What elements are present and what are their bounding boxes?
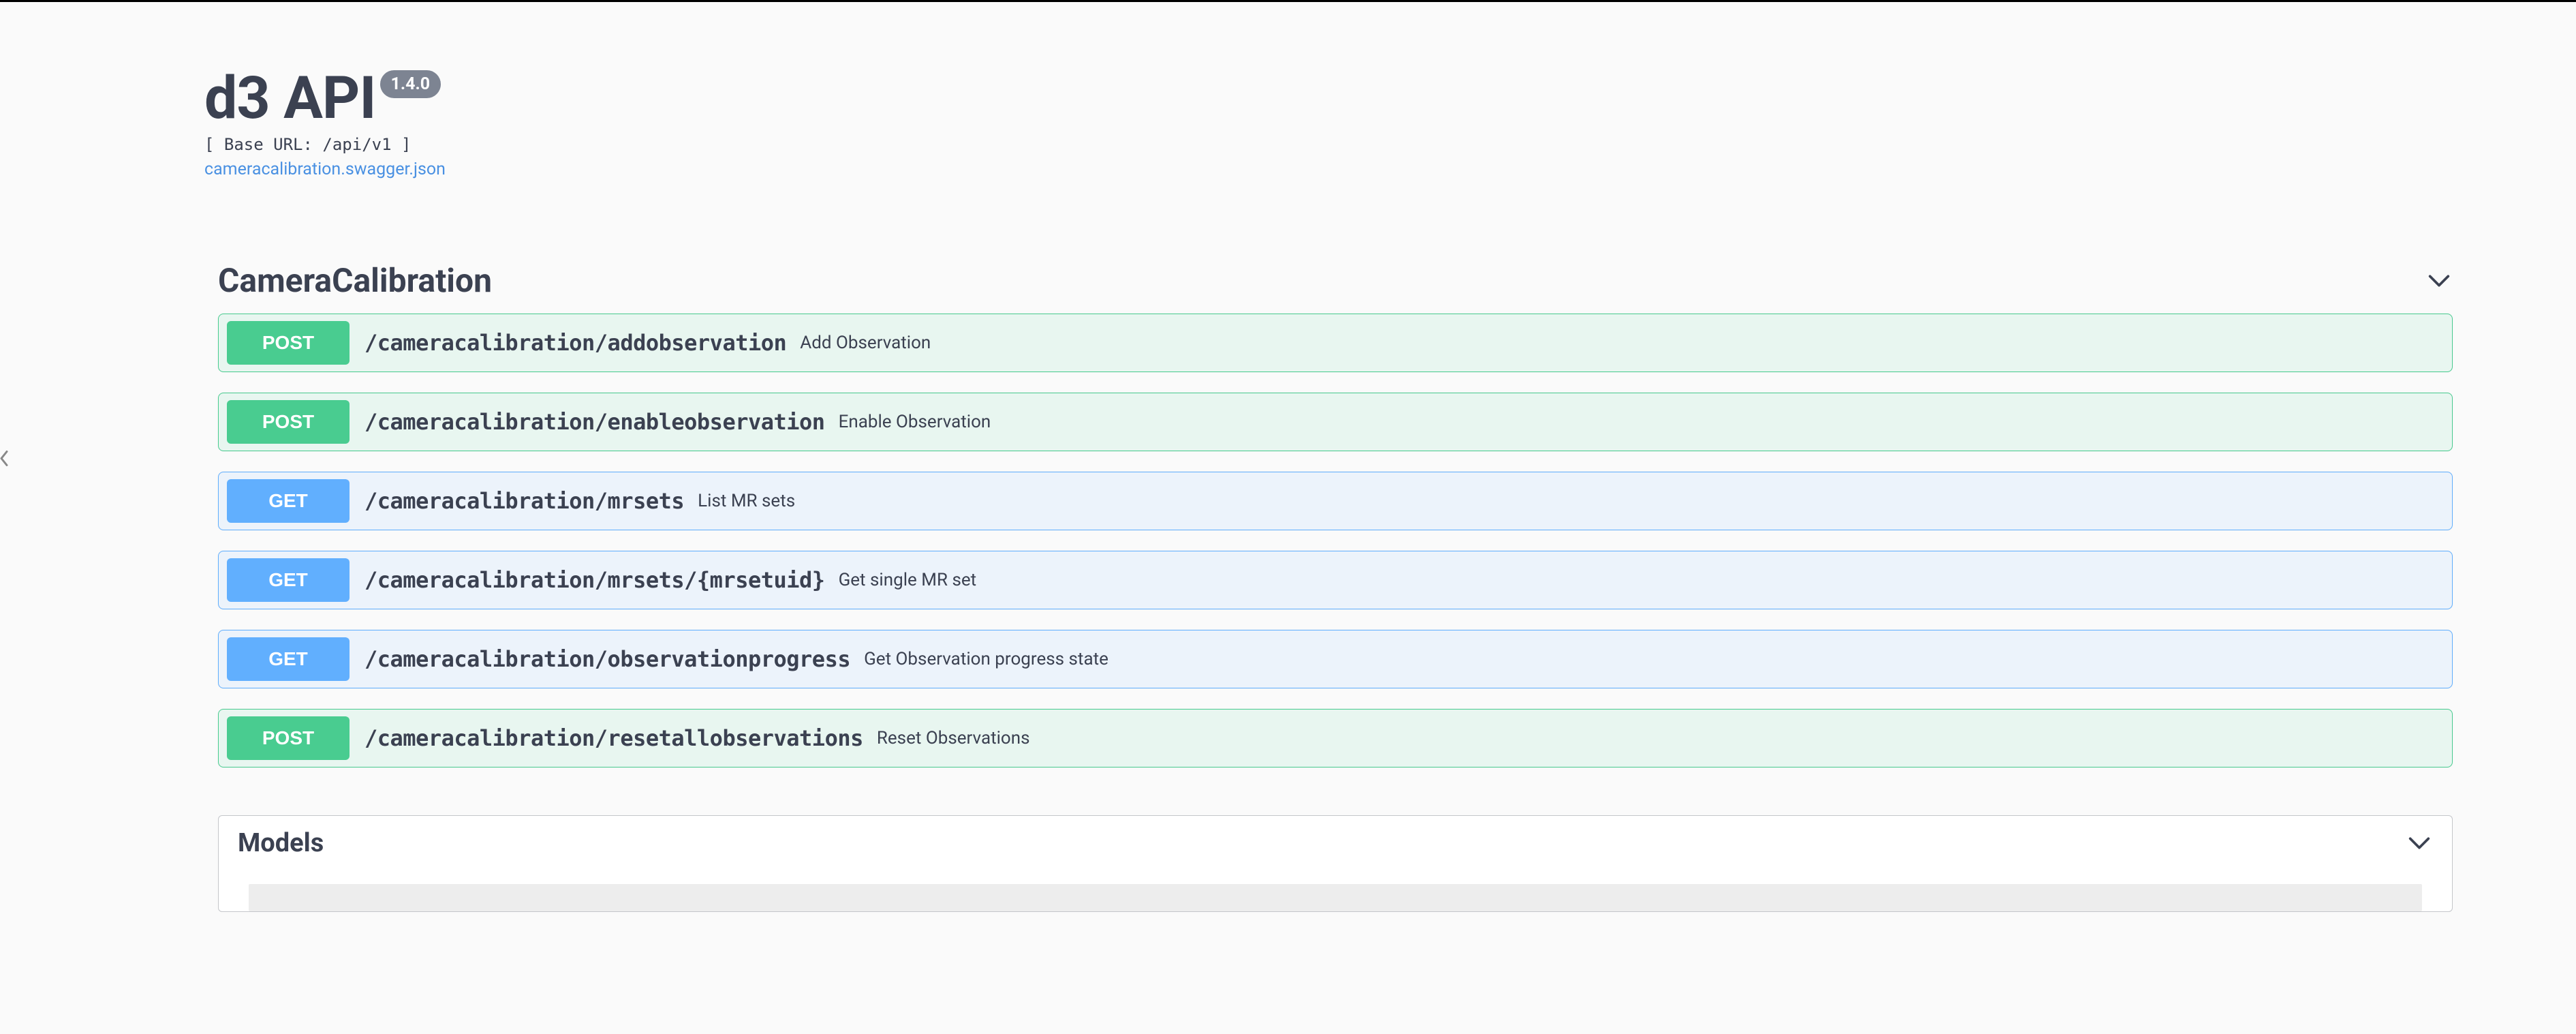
version-badge: 1.4.0 — [380, 70, 441, 98]
method-badge: POST — [227, 400, 350, 444]
op-resetallobservations[interactable]: POST /cameracalibration/resetallobservat… — [218, 709, 2453, 767]
op-summary: Get Observation progress state — [864, 649, 1108, 669]
op-path: /cameracalibration/mrsets/{mrsetuid} — [364, 567, 825, 593]
op-summary: Get single MR set — [839, 570, 977, 590]
models-section: Models — [204, 815, 2466, 912]
op-path: /cameracalibration/addobservation — [364, 330, 786, 356]
models-title: Models — [238, 828, 324, 858]
op-mrset-single[interactable]: GET /cameracalibration/mrsets/{mrsetuid}… — [218, 551, 2453, 609]
method-badge: POST — [227, 716, 350, 760]
chevron-down-icon — [2406, 830, 2433, 857]
model-row[interactable] — [249, 884, 2422, 911]
spec-link[interactable]: cameracalibration.swagger.json — [204, 159, 446, 179]
method-badge: GET — [227, 558, 350, 602]
op-path: /cameracalibration/mrsets — [364, 488, 684, 514]
op-summary: List MR sets — [698, 491, 795, 511]
models-header[interactable]: Models — [219, 816, 2452, 870]
op-enableobservation[interactable]: POST /cameracalibration/enableobservatio… — [218, 393, 2453, 451]
op-summary: Enable Observation — [839, 412, 991, 432]
tag-header[interactable]: CameraCalibration — [218, 254, 2453, 314]
api-title: d3 API — [204, 63, 376, 132]
op-summary: Add Observation — [800, 333, 931, 353]
operation-list: POST /cameracalibration/addobservation A… — [218, 314, 2453, 767]
models-body — [219, 870, 2452, 911]
base-url: [ Base URL: /api/v1 ] — [204, 135, 2466, 154]
op-mrsets[interactable]: GET /cameracalibration/mrsets List MR se… — [218, 472, 2453, 530]
op-summary: Reset Observations — [877, 728, 1030, 748]
api-info: d3 API 1.4.0 [ Base URL: /api/v1 ] camer… — [204, 63, 2466, 179]
method-badge: GET — [227, 479, 350, 523]
method-badge: POST — [227, 321, 350, 365]
op-path: /cameracalibration/resetallobservations — [364, 725, 863, 751]
op-observationprogress[interactable]: GET /cameracalibration/observationprogre… — [218, 630, 2453, 688]
op-addobservation[interactable]: POST /cameracalibration/addobservation A… — [218, 314, 2453, 372]
chevron-down-icon — [2425, 267, 2453, 294]
op-path: /cameracalibration/observationprogress — [364, 646, 850, 672]
op-path: /cameracalibration/enableobservation — [364, 409, 825, 435]
drawer-toggle[interactable] — [0, 451, 10, 470]
tag-name: CameraCalibration — [218, 261, 492, 300]
tag-section: CameraCalibration POST /cameracalibratio… — [204, 254, 2466, 767]
method-badge: GET — [227, 637, 350, 681]
